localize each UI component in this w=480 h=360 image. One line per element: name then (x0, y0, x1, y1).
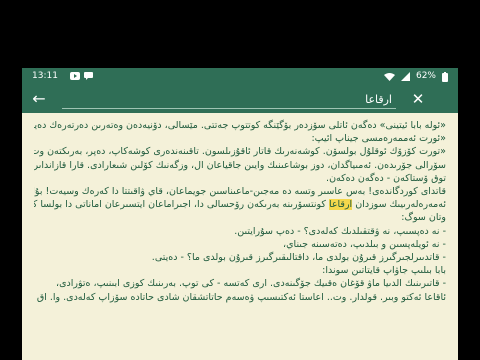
notification-icons (70, 72, 93, 80)
text-line: توق ۆستاكەن - دەگەن دەكەن. (326, 172, 446, 184)
text-line: قاتداى كوردگاندەى! بەس عاسىر وتسە دە مەج… (34, 186, 446, 198)
chat-icon (84, 72, 93, 80)
battery-icon (442, 71, 448, 82)
battery-percent: 62% (415, 71, 436, 81)
text-line: «ئورت ئەممەرەمسی جیناپ ائیپ: (311, 133, 446, 145)
search-toolbar: ← ارقاعا ✕ (22, 85, 458, 113)
text-line: «تورت كۆزۆك ئوقلۇل بولسۆن. كوشەنەرىك قات… (34, 146, 446, 158)
status-bar: 13:11 62% (22, 68, 458, 85)
text-line: ئاقاعا ئەكتو وبىر. قولدار. وت.. اعاستا ئ… (34, 291, 446, 303)
text-line: - قاتدىىرلجىرگىرز قىرۇن بولدى ما، داقتال… (151, 252, 446, 264)
status-right: 62% (383, 68, 448, 85)
close-icon[interactable]: ✕ (408, 89, 428, 109)
back-arrow-icon[interactable]: ← (28, 88, 50, 110)
text-line: سۆرالى جۆرىدەن. ئەمىیاگدان، دوز بوشاعىنى… (34, 159, 446, 171)
signal-icon (400, 72, 410, 81)
search-highlight: ارقاعا (328, 199, 353, 211)
text-line: وتان سوگ: (401, 212, 446, 224)
text-line: - قاتىرىنىك الدىيا ماۋ قۆغان ەقىيك جۆگىن… (56, 278, 446, 290)
youtube-icon (70, 72, 80, 80)
text-line: «ئوله بابا ئیتینی» ده‌گەن ئاتلى سۆزدەر ب… (34, 120, 446, 131)
text-line: - نە دەپسىپ، نە ۋقتقىلدىك كەلەدى؟ - دەپ … (234, 225, 446, 237)
phone-screen: 13:11 62% ← ارقاعا ✕ «ئوله بابا ئیتینی» … (22, 68, 458, 360)
document-text: «ئوله بابا ئیتینی» ده‌گەن ئاتلى سۆزدەر ب… (22, 113, 458, 360)
search-input[interactable]: ارقاعا (62, 91, 396, 109)
text-line: ئەمەرەلەرىيىك سوزدان ارقاعا كونتسۆرىنە ب… (34, 199, 446, 211)
status-time: 13:11 (32, 71, 58, 81)
text-line: - نە ئويلەپسىن و بىلدىپ، دەتەسىنە جىناي، (283, 238, 446, 250)
text-line-with-highlight: ئەمەرەلەرىيىك سوزدان ارقاعا كونتسۆرىنە ب… (34, 198, 446, 211)
text-line: بابا بىلىپ جاۋاپ قايتاتىن سوندا: (322, 265, 446, 277)
wifi-icon (383, 73, 395, 81)
